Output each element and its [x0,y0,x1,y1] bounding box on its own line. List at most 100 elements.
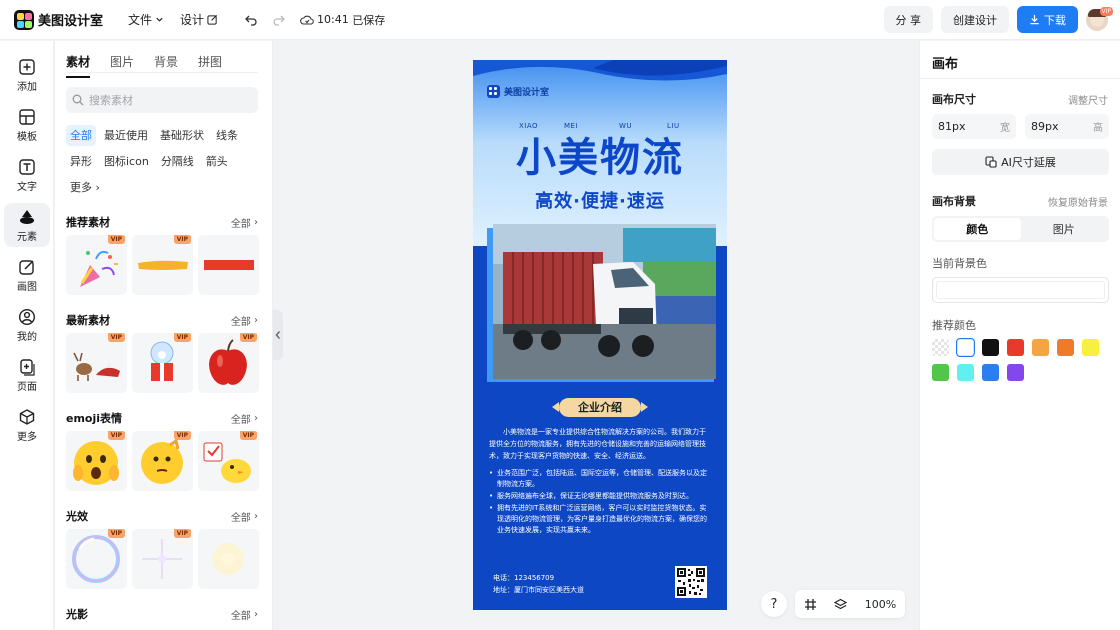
grid-icon[interactable] [804,598,817,611]
swatch-transparent[interactable] [932,339,949,356]
swatch-red[interactable] [1007,339,1024,356]
vip-tag: VIP [107,333,125,342]
pinyin-1: XIAO [519,122,539,130]
reindeer-thumb[interactable]: VIP [66,333,127,393]
undo-icon[interactable] [244,13,258,27]
draw-icon [19,259,34,275]
apple-icon [209,339,247,385]
truck-illustration [493,224,716,379]
section-title: 光影 [66,608,88,621]
download-icon [1030,14,1039,25]
chip-lines[interactable]: 线条 [212,125,242,146]
thinking-emoji-icon [141,438,183,484]
zoom-level[interactable]: 100% [865,598,896,611]
see-all-link[interactable]: 全部 › [231,509,258,524]
tab-backgrounds[interactable]: 背景 [154,53,178,78]
bubble-thumb[interactable]: VIP [66,529,127,589]
rail-label: 模板 [17,131,37,143]
swatch-purple[interactable] [1007,364,1024,381]
section-newest: 最新素材 全部 › [66,312,258,328]
ai-resize-icon [985,156,997,168]
height-input[interactable] [1031,120,1081,133]
chip-recent[interactable]: 最近使用 [100,125,152,146]
rail-item-draw[interactable]: 画图 [4,253,50,297]
shocked-emoji-thumb[interactable]: VIP [66,431,127,491]
chevron-left-icon [275,331,280,339]
width-field[interactable]: 宽 [932,114,1016,139]
width-unit: 宽 [1000,123,1010,134]
design-menu[interactable]: 设计 [180,11,218,28]
width-input[interactable] [938,120,988,133]
rail-item-page[interactable]: 页面 [4,353,50,397]
chip-icons[interactable]: 图标icon [100,151,153,172]
chick-emoji-thumb[interactable]: VIP [198,431,259,491]
see-all-link[interactable]: 全部 › [231,411,258,426]
text-icon [19,158,35,175]
see-all-link[interactable]: 全部 › [231,313,258,328]
bg-tab-image[interactable]: 图片 [1021,218,1108,240]
file-menu[interactable]: 文件 [128,11,164,28]
avatar[interactable]: VIP [1086,6,1113,31]
qr-code [675,566,707,598]
ai-extend-button[interactable]: AI尺寸延展 [932,149,1109,175]
chip-arrows[interactable]: 箭头 [202,151,232,172]
glow-thumb[interactable] [198,529,259,589]
swatch-yellow[interactable] [1082,339,1099,356]
chip-more[interactable]: 更多 › [66,177,104,198]
see-all-link[interactable]: 全部 › [231,215,258,230]
rail-item-text[interactable]: 文字 [4,153,50,197]
swatch-blue[interactable] [982,364,999,381]
swatch-light-orange[interactable] [1032,339,1049,356]
current-bg-color[interactable] [932,277,1109,303]
adjust-size-link[interactable]: 调整尺寸 [1068,92,1108,107]
rail-item-elements[interactable]: 元素 [4,203,50,247]
material-search[interactable] [66,87,258,113]
apple-thumb[interactable]: VIP [198,333,259,393]
bg-type-toggle: 颜色 图片 [932,216,1109,242]
search-input[interactable] [89,93,249,107]
snow-globe-thumb[interactable]: VIP [132,333,193,393]
chevron-down-icon [156,17,163,22]
help-button[interactable]: ? [761,591,787,617]
flare-thumb[interactable]: VIP [132,529,193,589]
create-design-button[interactable]: 创建设计 [941,6,1009,33]
share-button[interactable]: 分 享 [883,6,933,33]
rail-item-more[interactable]: 更多 [4,403,50,447]
thinking-emoji-thumb[interactable]: VIP [132,431,193,491]
layers-icon[interactable] [834,598,848,611]
rail-item-add[interactable]: 添加 [4,53,50,97]
brush-stroke-thumb[interactable]: VIP [132,235,193,295]
chip-all[interactable]: 全部 [66,125,96,146]
download-button[interactable]: 下载 [1017,6,1078,33]
party-popper-thumb[interactable]: VIP [66,235,127,295]
contact-info: 电话：123456709 地址：厦门市同安区美西大道 [493,572,584,596]
rail-label: 页面 [17,381,37,393]
panel-collapse-handle[interactable] [273,310,283,360]
restore-bg-link[interactable]: 恢复原始背景 [1048,194,1108,209]
height-field[interactable]: 高 [1025,114,1109,139]
chip-irregular[interactable]: 异形 [66,151,96,172]
tab-collage[interactable]: 拼图 [198,53,222,78]
vip-badge: VIP [1099,6,1113,16]
see-all-link[interactable]: 全部 › [231,607,258,622]
shapes-icon [20,209,34,224]
chip-dividers[interactable]: 分隔线 [157,151,198,172]
tab-materials[interactable]: 素材 [66,53,91,78]
rail-item-template[interactable]: 模板 [4,103,50,147]
rail-item-mine[interactable]: 我的 [4,303,50,347]
red-bar-thumb[interactable] [198,235,259,295]
tab-images[interactable]: 图片 [110,53,134,78]
bg-tab-color[interactable]: 颜色 [934,218,1021,240]
swatch-green[interactable] [932,364,949,381]
section-title: 光效 [66,510,88,523]
design-canvas[interactable]: 美图设计室 XIAO MEI WU LIU 小美物流 高效·便捷·速运 企业介绍… [473,60,727,610]
see-all-label: 全部 [230,218,251,230]
chip-basic-shapes[interactable]: 基础形状 [156,125,208,146]
app-logo[interactable]: 美图设计室 [14,9,116,30]
swatch-black[interactable] [982,339,999,356]
swatch-white[interactable] [956,338,975,357]
canvas-toolbar: 100% [795,590,905,618]
redo-icon[interactable] [272,13,286,27]
swatch-cyan[interactable] [957,364,974,381]
swatch-orange[interactable] [1057,339,1074,356]
